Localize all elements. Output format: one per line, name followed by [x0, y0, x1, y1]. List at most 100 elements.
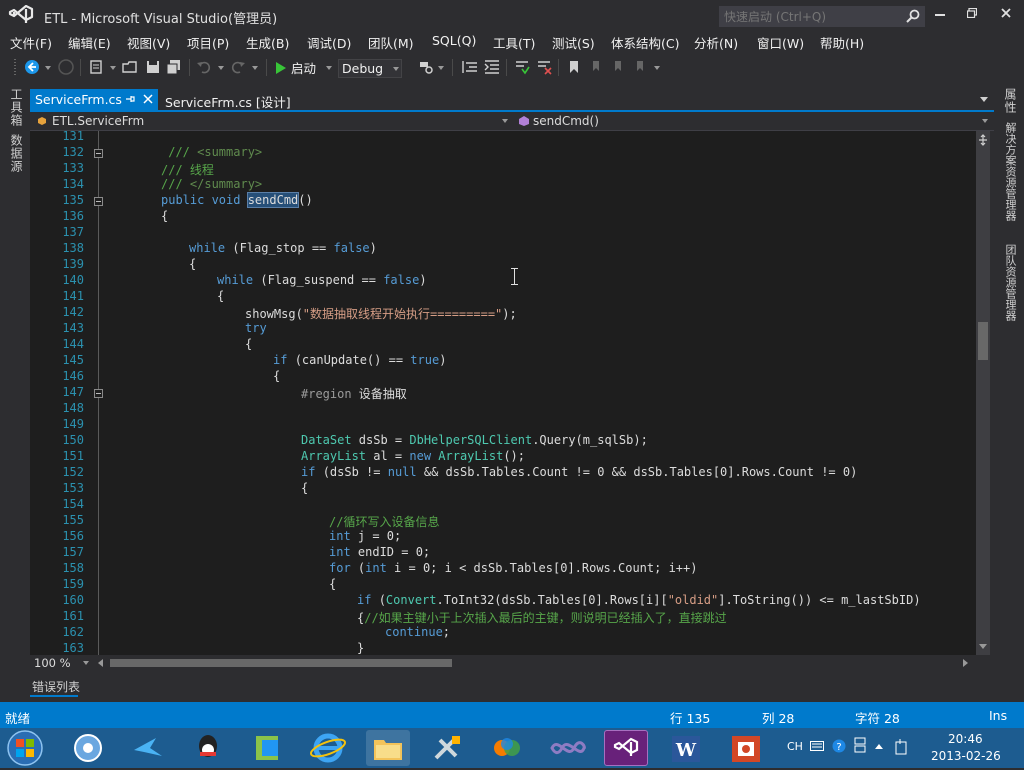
windows-start-button-icon[interactable] [4, 729, 46, 767]
code-line[interactable]: { [217, 289, 224, 303]
code-line[interactable]: int j = 0; [329, 529, 401, 543]
previous-bookmark-icon[interactable] [588, 59, 604, 75]
solution-explorer-tab[interactable]: 解决方案资源管理器 [1002, 122, 1018, 221]
code-line[interactable]: {//如果主键小于上次插入最后的主键，则说明已经插入了，直接跳过 [357, 609, 727, 626]
increase-indent-icon[interactable] [484, 59, 500, 75]
member-dropdown[interactable]: sendCmd() [514, 112, 990, 130]
action-center-icon[interactable] [894, 738, 910, 756]
collapse-region-icon[interactable] [94, 389, 103, 398]
code-line[interactable]: #region 设备抽取 [301, 385, 407, 402]
redo-dropdown-icon[interactable] [252, 66, 258, 70]
menu-debug[interactable]: 调试(D) [307, 33, 351, 52]
code-line[interactable]: for (int i = 0; i < dsSb.Tables[0].Rows.… [329, 561, 697, 575]
code-line[interactable]: DataSet dsSb = DbHelperSQLClient.Query(m… [301, 433, 648, 447]
undo-dropdown-icon[interactable] [218, 66, 224, 70]
scroll-down-icon[interactable] [979, 644, 987, 649]
tab-servicefrm-designer[interactable]: ServiceFrm.cs [设计] [158, 89, 291, 110]
taskbar-office-icon[interactable] [486, 730, 530, 766]
taskbar-qq-icon[interactable] [186, 730, 230, 766]
new-dropdown-icon[interactable] [110, 66, 116, 70]
quick-launch-input[interactable] [720, 7, 900, 26]
code-line[interactable]: if (dsSb != null && dsSb.Tables.Count !=… [301, 465, 857, 479]
code-line[interactable]: ArrayList al = new ArrayList(); [301, 449, 525, 463]
code-line[interactable]: { [301, 481, 308, 495]
taskbar-network-app-icon[interactable] [246, 730, 290, 766]
taskbar-internet-explorer-icon[interactable] [306, 730, 350, 766]
menu-sql[interactable]: SQL(Q) [432, 33, 476, 48]
scroll-right-icon[interactable] [963, 659, 968, 667]
ime-indicator[interactable]: CH [787, 740, 803, 753]
start-dropdown-icon[interactable] [326, 66, 332, 70]
menu-build[interactable]: 生成(B) [246, 33, 289, 52]
tab-servicefrm-cs[interactable]: ServiceFrm.cs [30, 89, 158, 110]
menu-file[interactable]: 文件(F) [10, 33, 52, 52]
code-line[interactable]: /// 线程 [161, 161, 214, 178]
uncomment-lines-icon[interactable] [536, 59, 552, 75]
close-tab-icon[interactable] [143, 94, 153, 104]
taskbar-visual-studio-express-icon[interactable] [546, 730, 590, 766]
code-line[interactable]: try [245, 321, 267, 335]
restore-button[interactable] [958, 4, 986, 26]
find-dropdown-icon[interactable] [438, 66, 444, 70]
code-line[interactable]: { [245, 337, 252, 351]
code-text-area[interactable]: /// <summary> /// 线程/// </summary> public … [30, 131, 990, 655]
zoom-dropdown-icon[interactable] [83, 661, 89, 665]
bookmark-icon[interactable] [566, 59, 582, 75]
code-line[interactable]: { [273, 369, 280, 383]
taskbar-bird-app-icon[interactable] [126, 730, 170, 766]
class-dropdown[interactable]: ETL.ServiceFrm [30, 112, 508, 130]
horizontal-scroll-thumb[interactable] [110, 659, 452, 667]
redo-icon[interactable] [230, 59, 246, 75]
code-line[interactable]: public void sendCmd() [161, 192, 313, 208]
code-line[interactable]: /// <summary> [161, 145, 262, 159]
save-icon[interactable] [145, 59, 161, 75]
help-icon[interactable]: ? [832, 739, 846, 753]
menu-help[interactable]: 帮助(H) [820, 33, 864, 52]
vertical-scroll-thumb[interactable] [978, 322, 988, 360]
menu-analyze[interactable]: 分析(N) [694, 33, 738, 52]
clear-bookmarks-icon[interactable] [632, 59, 648, 75]
menu-edit[interactable]: 编辑(E) [68, 33, 111, 52]
taskbar-powerpoint-icon[interactable] [724, 730, 768, 766]
menu-team[interactable]: 团队(M) [368, 33, 414, 52]
split-window-icon[interactable] [977, 134, 989, 146]
code-line[interactable]: int endID = 0; [329, 545, 430, 559]
code-line[interactable]: { [189, 257, 196, 271]
clock-date[interactable]: 2013-02-26 [931, 749, 1001, 763]
code-line[interactable]: //循环写入设备信息 [329, 513, 439, 530]
zoom-level[interactable]: 100 % [34, 656, 71, 670]
menu-tools[interactable]: 工具(T) [493, 33, 535, 52]
code-line[interactable]: while (Flag_stop == false) [189, 241, 377, 255]
navigate-forward-icon[interactable] [58, 59, 74, 75]
menu-window[interactable]: 窗口(W) [757, 33, 804, 52]
search-icon[interactable] [906, 9, 920, 23]
close-button[interactable] [992, 4, 1020, 26]
code-editor[interactable]: 131 132 133 134 135 136 137 138 139 140 141 142 143 1… [30, 131, 990, 655]
toolbar-grip[interactable] [14, 59, 16, 76]
solution-configuration-select[interactable]: Debug [338, 59, 402, 78]
next-bookmark-icon[interactable] [610, 59, 626, 75]
show-hidden-icons-icon[interactable] [874, 742, 884, 750]
taskbar-media-player-icon[interactable] [66, 730, 110, 766]
code-line[interactable]: while (Flag_suspend == false) [217, 273, 427, 287]
taskbar-tools-icon[interactable] [426, 730, 470, 766]
vertical-scrollbar[interactable] [976, 131, 990, 655]
menu-test[interactable]: 测试(S) [552, 33, 595, 52]
clock-time[interactable]: 20:46 [948, 732, 983, 746]
undo-icon[interactable] [196, 59, 212, 75]
comment-lines-icon[interactable] [514, 59, 530, 75]
code-line[interactable]: if (Convert.ToInt32(dsSb.Tables[0].Rows[… [357, 593, 921, 607]
error-list-tab[interactable]: 错误列表 [32, 678, 80, 695]
menu-view[interactable]: 视图(V) [127, 33, 170, 52]
code-line[interactable]: { [329, 577, 336, 591]
taskbar-word-icon[interactable]: W [664, 730, 708, 766]
toolbar-options-icon[interactable] [654, 66, 660, 70]
decrease-indent-icon[interactable] [462, 59, 478, 75]
code-line[interactable]: showMsg("数据抽取线程开始执行========="); [245, 305, 517, 322]
collapse-region-icon[interactable] [94, 197, 103, 206]
toolbox-tab[interactable]: 工具箱 [8, 88, 25, 127]
code-line[interactable]: /// </summary> [161, 177, 262, 191]
start-debugging-button[interactable]: 启动 [275, 58, 316, 78]
code-line[interactable]: continue; [385, 625, 450, 639]
code-line[interactable]: } [357, 641, 364, 655]
